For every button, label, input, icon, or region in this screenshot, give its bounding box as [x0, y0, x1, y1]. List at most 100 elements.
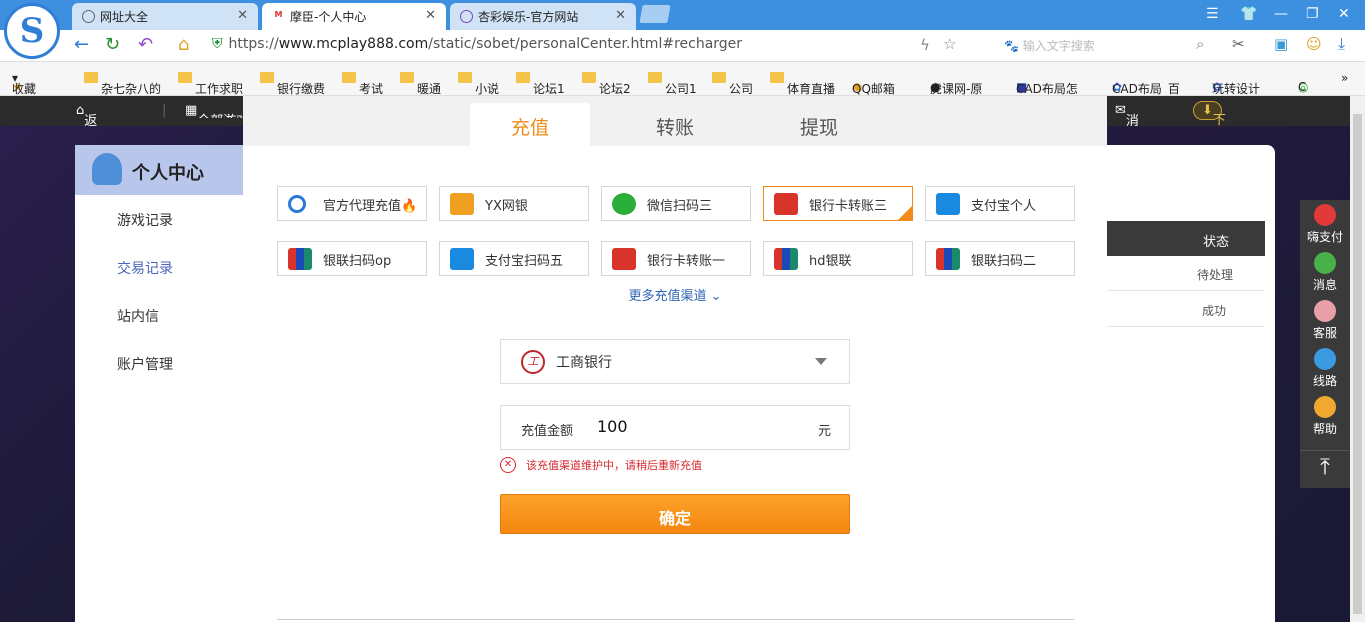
bookmark-folder[interactable]: 论坛2 [582, 71, 631, 95]
channel-alipay-scan-5[interactable]: 支付宝扫码五 [439, 241, 589, 276]
tab-withdraw[interactable]: 提现 [759, 103, 879, 146]
close-icon[interactable]: ✕ [237, 8, 248, 23]
speedometer-icon [1314, 348, 1336, 370]
channel-label: YX网银 [485, 199, 528, 214]
channel-alipay-personal[interactable]: 支付宝个人 [925, 186, 1075, 221]
user-avatar-icon [92, 153, 122, 185]
browser-tab[interactable]: 网址大全 ✕ [72, 3, 258, 30]
refresh-icon[interactable]: ↻ [105, 34, 120, 55]
chat-icon [1314, 252, 1336, 274]
scrollbar-thumb[interactable] [1353, 114, 1362, 614]
confirm-button[interactable]: 确定 [500, 494, 850, 534]
home-link[interactable]: ⌂ 返回首页 [76, 103, 97, 186]
bookmark-folder[interactable]: 公司 [712, 71, 753, 95]
question-icon [1314, 396, 1336, 418]
channel-hd-unionpay[interactable]: hd银联 [763, 241, 913, 276]
bookmark-folder[interactable]: 考试 [342, 71, 383, 95]
sidebar-item-transactions[interactable]: 交易记录 [117, 258, 173, 278]
help-button[interactable]: 帮助 [1300, 396, 1350, 437]
route-button[interactable]: 线路 [1300, 348, 1350, 389]
close-icon[interactable]: ✕ [615, 8, 626, 23]
error-text: 该充值渠道维护中，请稍后重新充值 [526, 459, 702, 472]
bookmark-folder[interactable]: 体育直播 [770, 71, 835, 95]
back-to-top-icon[interactable]: ⤒ [1300, 450, 1350, 480]
menu-icon[interactable]: ☰ [1206, 6, 1219, 22]
bookmark-folder[interactable]: 杂七杂八的 [84, 71, 161, 95]
bookmark-favorites[interactable]: ★ 收藏 ▾ [12, 71, 36, 95]
folder-icon [648, 72, 662, 83]
browser-tab[interactable]: 杏彩娱乐-官方网站 ✕ [450, 3, 636, 30]
skin-icon[interactable]: 👕 [1240, 6, 1257, 22]
folder-icon [342, 72, 356, 83]
status-cell: 待处理 [1197, 268, 1234, 282]
amount-label: 充值金额 [521, 424, 574, 439]
undo-icon[interactable]: ↶ [138, 34, 153, 55]
new-tab-button[interactable] [639, 5, 671, 23]
customer-service-button[interactable]: 客服 [1300, 300, 1350, 341]
page-scrollbar[interactable] [1350, 96, 1365, 622]
all-games-link[interactable]: ▦ 全部游戏 [185, 103, 243, 118]
minimize-icon[interactable]: — [1274, 6, 1288, 22]
lightning-icon[interactable]: ϟ [920, 36, 930, 54]
amount-input[interactable] [597, 417, 797, 436]
url-field[interactable]: ⛨ https://www.mcplay888.com/static/sobet/… [212, 36, 992, 58]
tab-recharge[interactable]: 充值 [470, 103, 590, 146]
channel-unionpay-scan-2[interactable]: 银联扫码二 [925, 241, 1075, 276]
globe-icon [82, 10, 95, 23]
bank-name: 工商银行 [556, 355, 612, 371]
float-label: 嗨支付 [1306, 230, 1343, 244]
search-icon[interactable]: ⌕ [1196, 35, 1204, 53]
quick-pay-icon [450, 193, 474, 215]
tab-transfer[interactable]: 转账 [615, 103, 735, 146]
screenshot-icon[interactable]: ▣ [1274, 35, 1288, 53]
hi-pay-button[interactable]: 嗨支付 [1300, 204, 1350, 245]
bank-select[interactable]: 工 工商银行 [500, 339, 850, 384]
channel-yx-netbank[interactable]: YX网银 [439, 186, 589, 221]
sidebar-item-game-records[interactable]: 游戏记录 [117, 210, 173, 230]
folder-icon [458, 72, 472, 83]
more-channels-link[interactable]: 更多充值渠道 ⌄ [243, 285, 1107, 304]
bookmark-folder[interactable]: 小说 [458, 71, 499, 95]
channel-bank-transfer-3[interactable]: 银行卡转账三 [763, 186, 913, 221]
restore-icon[interactable]: ❐ [1306, 6, 1319, 22]
close-window-icon[interactable]: ✕ [1338, 6, 1350, 22]
bookmark-folder[interactable]: 暖通 [400, 71, 441, 95]
bookmark-folder[interactable]: 公司1 [648, 71, 697, 95]
channel-official-agent[interactable]: 官方代理充值🔥 [277, 186, 427, 221]
close-icon[interactable]: ✕ [425, 8, 436, 23]
sidebar-item-inbox[interactable]: 站内信 [117, 306, 159, 326]
channel-label: 支付宝个人 [971, 199, 1037, 214]
browser-tab-active[interactable]: M 摩臣-个人中心 ✕ [262, 3, 446, 30]
more-icon[interactable]: ☺ [1306, 35, 1322, 53]
alipay-icon [450, 248, 474, 270]
alipay-icon [936, 193, 960, 215]
back-icon[interactable]: ← [74, 34, 89, 55]
sidebar-item-account[interactable]: 账户管理 [117, 354, 173, 374]
bookmark-folder[interactable]: 银行缴费 [260, 71, 325, 95]
bookmark-label: 虎课网-原 [930, 82, 983, 96]
download-center-button[interactable]: ⬇ 下载中心 [1193, 101, 1226, 185]
url-host: www.mcplay888.com [278, 36, 429, 52]
download-icon[interactable]: ⤓ [1338, 34, 1345, 54]
channel-unionpay-scan-op[interactable]: 银联扫码op [277, 241, 427, 276]
address-bar: ← ↻ ↶ ⌂ ⛨ https://www.mcplay888.com/stati… [0, 30, 1365, 62]
bookmarks-overflow-icon[interactable]: » [1341, 71, 1348, 85]
all-games-label: 全部游戏 [197, 110, 243, 118]
home-icon[interactable]: ⌂ [178, 34, 189, 55]
search-input[interactable]: 🐾 输入文字搜索 [1004, 37, 1214, 54]
star-icon[interactable]: ☆ [943, 35, 956, 53]
channel-bank-transfer-1[interactable]: 银行卡转账一 [601, 241, 751, 276]
bookmark-label: 银行缴费 [277, 82, 326, 96]
messages-link[interactable]: ✉ 消息 [1115, 103, 1139, 148]
scissors-icon[interactable]: ✂ [1232, 35, 1245, 53]
bookmark-label: CAD布局_百 [1112, 82, 1180, 96]
float-label: 客服 [1312, 326, 1337, 340]
bookmark-folder[interactable]: 工作求职 [178, 71, 243, 95]
channel-wechat-scan-3[interactable]: 微信扫码三 [601, 186, 751, 221]
browser-logo-icon[interactable]: S [4, 3, 60, 59]
bookmark-folder[interactable]: 论坛1 [516, 71, 565, 95]
float-messages-button[interactable]: 消息 [1300, 252, 1350, 293]
table-row[interactable]: 成功 [1107, 292, 1265, 327]
table-row[interactable]: 待处理 [1107, 256, 1265, 291]
bookmark-label: 论坛1 [533, 82, 565, 96]
